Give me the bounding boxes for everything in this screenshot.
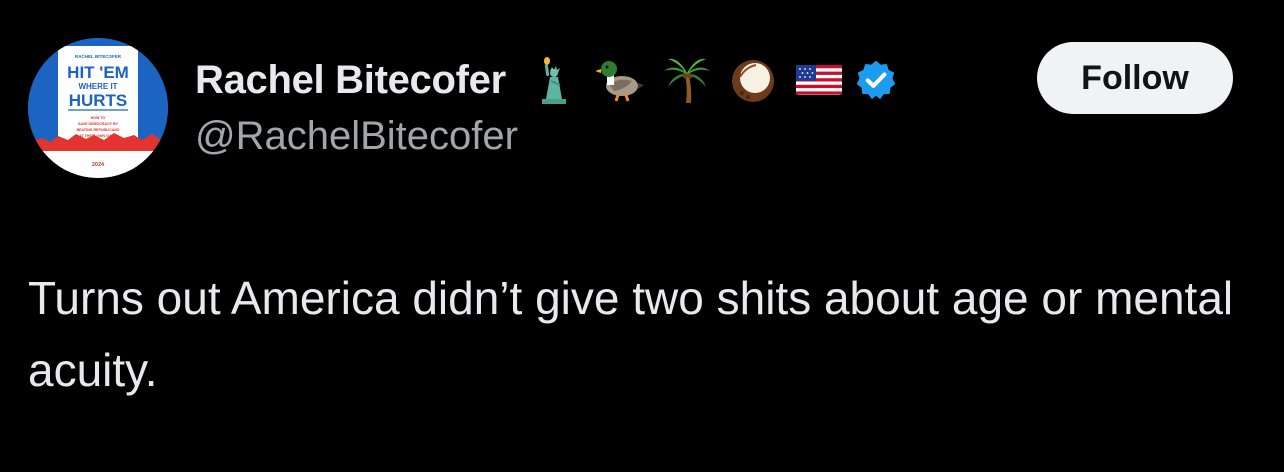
duck-icon bbox=[595, 61, 644, 102]
author-display-name[interactable]: Rachel Bitecofer bbox=[195, 58, 506, 103]
follow-button[interactable]: Follow bbox=[1037, 42, 1233, 114]
palm-tree-icon bbox=[663, 58, 710, 103]
tweet-text: Turns out America didn’t give two shits … bbox=[28, 272, 1234, 396]
verified-badge-icon[interactable] bbox=[854, 58, 898, 102]
statue-of-liberty-icon bbox=[541, 57, 566, 104]
coconut-icon bbox=[731, 60, 774, 102]
avatar-author-text: RACHEL BITECOFER bbox=[75, 54, 122, 59]
avatar[interactable]: RACHEL BITECOFER HIT 'EM WHERE IT HURTS … bbox=[28, 38, 168, 178]
us-flag-icon bbox=[795, 65, 842, 95]
avatar-subtitle-line1: HOW TO bbox=[91, 116, 106, 120]
author-handle[interactable]: @RachelBitecofer bbox=[195, 114, 518, 159]
avatar-footer-text: 2024 bbox=[92, 162, 105, 168]
avatar-title-line3: HURTS bbox=[69, 91, 128, 110]
author-name-row: Rachel Bitecofer bbox=[195, 54, 898, 106]
name-emoji-list bbox=[530, 55, 844, 105]
avatar-title-line2: WHERE IT bbox=[78, 82, 117, 91]
avatar-title-line1: HIT 'EM bbox=[67, 63, 129, 82]
avatar-book-cover-image: RACHEL BITECOFER HIT 'EM WHERE IT HURTS … bbox=[28, 38, 168, 178]
avatar-subtitle-line2: SAVE DEMOCRACY BY bbox=[78, 122, 119, 126]
avatar-subtitle-line3: BEATING REPUBLICANS bbox=[77, 128, 120, 132]
